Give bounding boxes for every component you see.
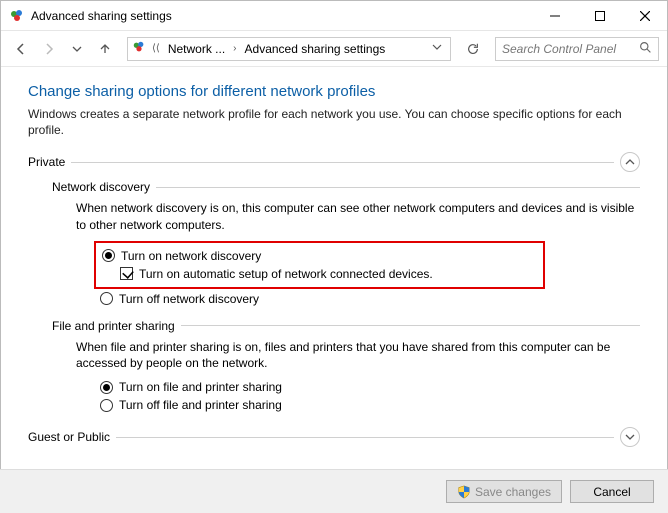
radio-turn-off-network-discovery[interactable]: Turn off network discovery [100, 291, 640, 307]
back-button[interactable] [9, 37, 33, 61]
footer-bar: Save changes Cancel [0, 469, 668, 513]
content-area: Change sharing options for different net… [0, 67, 668, 469]
section-divider [156, 187, 640, 188]
checkbox-label: Turn on automatic setup of network conne… [139, 267, 433, 281]
section-guest-label: Guest or Public [28, 430, 116, 444]
radio-turn-on-file-printer[interactable]: Turn on file and printer sharing [100, 379, 640, 395]
control-panel-icon [132, 40, 146, 57]
chevron-right-icon[interactable]: › [231, 43, 238, 54]
radio-label: Turn off network discovery [119, 292, 259, 306]
highlight-box: Turn on network discovery Turn on automa… [94, 241, 545, 289]
file-printer-header: File and printer sharing [52, 319, 640, 333]
window-title: Advanced sharing settings [31, 9, 532, 23]
checkbox-auto-setup[interactable]: Turn on automatic setup of network conne… [120, 266, 433, 282]
cancel-button[interactable]: Cancel [570, 480, 654, 503]
radio-icon [100, 381, 113, 394]
radio-label: Turn off file and printer sharing [119, 398, 282, 412]
breadcrumb-sep[interactable]: ⟨⟨ [150, 43, 162, 54]
recent-locations-button[interactable] [65, 37, 89, 61]
address-dropdown[interactable] [428, 42, 446, 55]
radio-icon [100, 399, 113, 412]
section-divider [116, 437, 614, 438]
page-description: Windows creates a separate network profi… [28, 106, 640, 138]
close-button[interactable] [622, 1, 667, 30]
chevron-up-icon[interactable] [620, 152, 640, 172]
refresh-button[interactable] [461, 37, 485, 61]
address-bar[interactable]: ⟨⟨ Network ... › Advanced sharing settin… [127, 37, 451, 61]
section-private-label: Private [28, 155, 71, 169]
radio-turn-off-file-printer[interactable]: Turn off file and printer sharing [100, 397, 640, 413]
save-changes-button[interactable]: Save changes [446, 480, 562, 503]
search-placeholder: Search Control Panel [502, 42, 639, 56]
titlebar: Advanced sharing settings [1, 1, 667, 31]
radio-label: Turn on file and printer sharing [119, 380, 282, 394]
file-printer-desc: When file and printer sharing is on, fil… [76, 339, 640, 371]
network-discovery-desc: When network discovery is on, this compu… [76, 200, 640, 232]
control-panel-icon [9, 8, 25, 24]
save-changes-label: Save changes [475, 485, 551, 499]
section-divider [71, 162, 614, 163]
radio-label: Turn on network discovery [121, 249, 261, 263]
chevron-down-icon[interactable] [620, 427, 640, 447]
network-discovery-title: Network discovery [52, 180, 156, 194]
breadcrumb-item-network[interactable]: Network ... [166, 42, 227, 56]
up-button[interactable] [93, 37, 117, 61]
page-title: Change sharing options for different net… [28, 83, 640, 100]
breadcrumb-item-advanced[interactable]: Advanced sharing settings [243, 42, 388, 56]
forward-button[interactable] [37, 37, 61, 61]
radio-icon [100, 292, 113, 305]
cancel-label: Cancel [593, 485, 630, 499]
checkbox-icon [120, 267, 133, 280]
maximize-button[interactable] [577, 1, 622, 30]
network-discovery-header: Network discovery [52, 180, 640, 194]
section-guest-header[interactable]: Guest or Public [28, 427, 640, 447]
search-input[interactable]: Search Control Panel [495, 37, 659, 61]
section-divider [181, 325, 640, 326]
search-icon [639, 41, 652, 57]
radio-turn-on-network-discovery[interactable]: Turn on network discovery [102, 248, 433, 264]
nav-bar: ⟨⟨ Network ... › Advanced sharing settin… [1, 31, 667, 67]
minimize-button[interactable] [532, 1, 577, 30]
section-private-header[interactable]: Private [28, 152, 640, 172]
file-printer-title: File and printer sharing [52, 319, 181, 333]
radio-icon [102, 249, 115, 262]
shield-icon [457, 485, 471, 499]
